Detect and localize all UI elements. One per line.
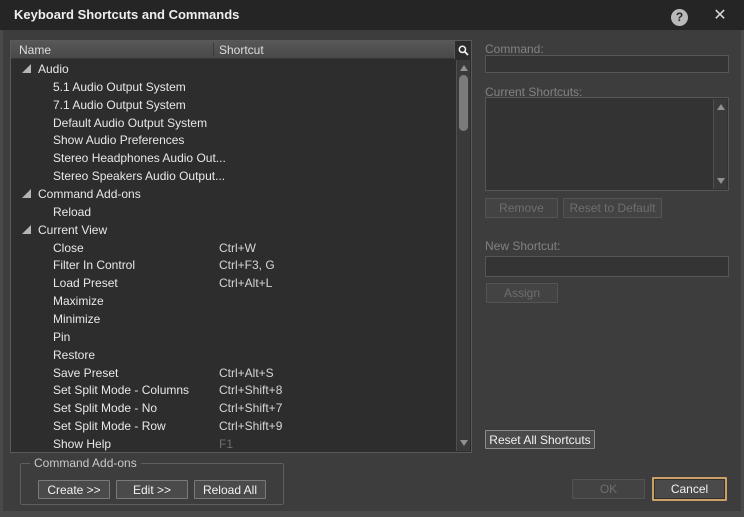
tree-row[interactable]: Load Preset Ctrl+Alt+L	[11, 274, 456, 292]
tree-row[interactable]: Reload	[11, 203, 456, 221]
tree-row[interactable]: Command Add-ons	[11, 185, 456, 203]
keyboard-shortcuts-dialog: Keyboard Shortcuts and Commands ? ✕ Name…	[0, 0, 744, 517]
tree-row[interactable]: Default Audio Output System	[11, 114, 456, 132]
command-label: Command:	[485, 42, 544, 56]
tree-row-label: Save Preset	[11, 366, 118, 380]
new-shortcut-label: New Shortcut:	[485, 239, 560, 253]
tree-row-label: 7.1 Audio Output System	[11, 98, 186, 112]
tree-expand-icon[interactable]	[22, 225, 31, 234]
tree-row-label: Restore	[11, 348, 95, 362]
reload-all-button[interactable]: Reload All	[194, 480, 266, 499]
shortcuts-list-scrollbar[interactable]	[713, 99, 727, 189]
tree-row-label: Filter In Control	[11, 258, 135, 272]
close-icon[interactable]: ✕	[708, 6, 732, 26]
tree-row[interactable]: Pin	[11, 328, 456, 346]
tree-row-label: Maximize	[11, 294, 104, 308]
tree-row-shortcut: Ctrl+W	[219, 241, 256, 255]
tree-header: Name Shortcut	[11, 41, 471, 59]
tree-expand-icon[interactable]	[22, 64, 31, 73]
tree-row[interactable]: Set Split Mode - No Ctrl+Shift+7	[11, 399, 456, 417]
tree-row-label: Set Split Mode - Row	[11, 419, 166, 433]
scroll-up-icon[interactable]	[717, 104, 725, 110]
tree-row[interactable]: Show Audio Preferences	[11, 131, 456, 149]
tree-scrollbar[interactable]	[456, 60, 470, 451]
tree-row-shortcut: Ctrl+Shift+9	[219, 419, 282, 433]
title-bar: Keyboard Shortcuts and Commands ? ✕	[0, 0, 744, 30]
scroll-down-icon[interactable]	[460, 440, 468, 446]
tree-row-label: Close	[11, 241, 84, 255]
window-frame-left	[0, 30, 3, 517]
tree-row-shortcut: Ctrl+Shift+7	[219, 401, 282, 415]
command-input[interactable]	[485, 55, 729, 73]
command-addons-group: Command Add-ons Create >> Edit >> Reload…	[20, 463, 284, 505]
tree-row[interactable]: 7.1 Audio Output System	[11, 96, 456, 114]
tree-row-label: Audio	[38, 62, 69, 76]
tree-row[interactable]: Audio	[11, 60, 456, 78]
tree-row-label: Load Preset	[11, 276, 118, 290]
dialog-title: Keyboard Shortcuts and Commands	[14, 0, 239, 30]
scroll-up-icon[interactable]	[460, 65, 468, 71]
column-header-shortcut[interactable]: Shortcut	[219, 41, 264, 59]
tree-row-shortcut: Ctrl+Alt+L	[219, 276, 272, 290]
tree-row-label: Minimize	[11, 312, 100, 326]
tree-row-label: Stereo Speakers Audio Output...	[11, 169, 225, 183]
tree-row[interactable]: Save Preset Ctrl+Alt+S	[11, 364, 456, 382]
command-tree: Name Shortcut Audio 5.1 Audio Output Sys…	[10, 40, 472, 453]
tree-row[interactable]: Stereo Headphones Audio Out...	[11, 149, 456, 167]
tree-row[interactable]: Filter In Control Ctrl+F3, G	[11, 256, 456, 274]
tree-row-shortcut: F1	[219, 437, 233, 451]
tree-row[interactable]: Minimize	[11, 310, 456, 328]
tree-row[interactable]: Set Split Mode - Row Ctrl+Shift+9	[11, 417, 456, 435]
tree-row-label: Command Add-ons	[38, 187, 141, 201]
tree-row-label: 5.1 Audio Output System	[11, 80, 186, 94]
remove-button[interactable]: Remove	[485, 198, 558, 218]
tree-row-label: Pin	[11, 330, 70, 344]
tree-row-shortcut: Ctrl+Alt+S	[219, 366, 274, 380]
ok-button[interactable]: OK	[572, 479, 645, 499]
tree-row[interactable]: Restore	[11, 346, 456, 364]
current-shortcuts-list[interactable]	[485, 97, 729, 191]
reset-to-default-button[interactable]: Reset to Default	[563, 198, 662, 218]
tree-row[interactable]: Show Help F1	[11, 435, 456, 451]
column-header-name[interactable]: Name	[19, 41, 51, 59]
tree-row[interactable]: Current View	[11, 221, 456, 239]
column-divider	[213, 43, 214, 56]
assign-button[interactable]: Assign	[486, 283, 558, 303]
tree-expand-icon[interactable]	[22, 189, 31, 198]
tree-row-label: Set Split Mode - Columns	[11, 383, 189, 397]
edit-button[interactable]: Edit >>	[116, 480, 188, 499]
cancel-button[interactable]: Cancel	[652, 477, 727, 501]
scroll-thumb[interactable]	[459, 75, 468, 131]
tree-row[interactable]: 5.1 Audio Output System	[11, 78, 456, 96]
tree-row-label: Show Audio Preferences	[11, 133, 184, 147]
tree-row-shortcut: Ctrl+Shift+8	[219, 383, 282, 397]
new-shortcut-input[interactable]	[485, 256, 729, 277]
reset-all-shortcuts-button[interactable]: Reset All Shortcuts	[485, 430, 595, 449]
window-frame-bottom	[0, 511, 744, 517]
search-icon[interactable]	[454, 41, 471, 59]
tree-row-label: Stereo Headphones Audio Out...	[11, 151, 226, 165]
tree-rows: Audio 5.1 Audio Output System 7.1 Audio …	[11, 60, 456, 451]
help-icon[interactable]: ?	[671, 9, 688, 26]
create-button[interactable]: Create >>	[38, 480, 110, 499]
tree-row-label: Default Audio Output System	[11, 116, 207, 130]
tree-row-label: Current View	[38, 223, 107, 237]
tree-row[interactable]: Stereo Speakers Audio Output...	[11, 167, 456, 185]
tree-row-shortcut: Ctrl+F3, G	[219, 258, 275, 272]
scroll-down-icon[interactable]	[717, 178, 725, 184]
tree-row-label: Set Split Mode - No	[11, 401, 157, 415]
tree-row[interactable]: Maximize	[11, 292, 456, 310]
tree-row[interactable]: Set Split Mode - Columns Ctrl+Shift+8	[11, 381, 456, 399]
tree-row-label: Show Help	[11, 437, 111, 451]
tree-row-label: Reload	[11, 205, 91, 219]
command-addons-group-title: Command Add-ons	[30, 456, 141, 470]
tree-row[interactable]: Close Ctrl+W	[11, 239, 456, 257]
